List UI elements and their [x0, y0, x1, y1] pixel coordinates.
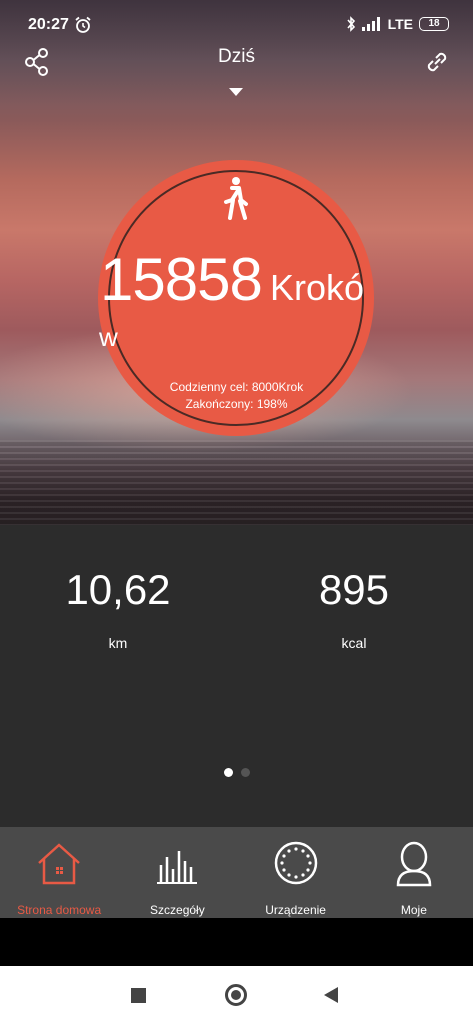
stats-panel[interactable]: 10,62 km 895 kcal	[0, 525, 473, 827]
battery-indicator: 18	[419, 17, 449, 31]
calories-unit: kcal	[341, 635, 367, 651]
walking-person-icon	[224, 177, 248, 220]
page-indicator	[0, 768, 473, 777]
bottom-spacer	[0, 918, 473, 966]
watch-icon	[274, 841, 317, 885]
steps-unit-wrap: w	[99, 322, 118, 352]
nav-item-device[interactable]: Urządzenie	[237, 827, 355, 918]
home-icon	[38, 843, 80, 885]
page-dot-1[interactable]	[223, 768, 233, 777]
goal-completed: Zakończony: 198%	[185, 397, 288, 411]
signal-icon	[361, 17, 380, 31]
distance-stat: 10,62 km	[18, 566, 218, 652]
system-nav-bar	[0, 966, 473, 1024]
calories-stat: 895 kcal	[254, 566, 454, 652]
network-type: LTE	[387, 16, 413, 32]
home-button-icon[interactable]	[225, 984, 247, 1006]
back-icon[interactable]	[324, 987, 338, 1003]
status-icons: LTE 18	[346, 16, 449, 32]
alarm-clock-icon	[75, 16, 91, 33]
nav-label-details: Szczegóły	[150, 903, 205, 917]
profile-icon	[396, 841, 432, 887]
nav-label-home: Strona domowa	[17, 903, 102, 917]
distance-unit: km	[108, 635, 128, 651]
distance-value: 10,62	[65, 566, 171, 613]
steps-count: 15858	[100, 246, 263, 313]
calories-value: 895	[318, 566, 390, 613]
status-time: 20:27	[28, 16, 69, 33]
status-bar: 20:27 LTE 18	[0, 0, 473, 50]
nav-label-device: Urządzenie	[265, 903, 326, 917]
page-title[interactable]: Dziś	[0, 46, 473, 68]
caret-down-icon[interactable]	[229, 88, 243, 96]
steps-unit: Krokó	[270, 267, 365, 308]
link-icon[interactable]	[423, 48, 451, 76]
nav-item-home[interactable]: Strona domowa	[0, 827, 118, 918]
recent-apps-icon[interactable]	[131, 988, 146, 1003]
nav-item-profile[interactable]: Moje	[355, 827, 473, 918]
daily-goal: Codzienny cel: 8000Krok	[169, 380, 304, 394]
bluetooth-icon	[346, 16, 355, 32]
nav-label-profile: Moje	[400, 903, 427, 917]
bar-chart-icon	[157, 851, 198, 884]
bottom-nav: Strona domowa Szczegóły Urządzenie Moje	[0, 827, 473, 918]
nav-item-details[interactable]: Szczegóły	[118, 827, 236, 918]
page-dot-2[interactable]	[240, 768, 250, 777]
